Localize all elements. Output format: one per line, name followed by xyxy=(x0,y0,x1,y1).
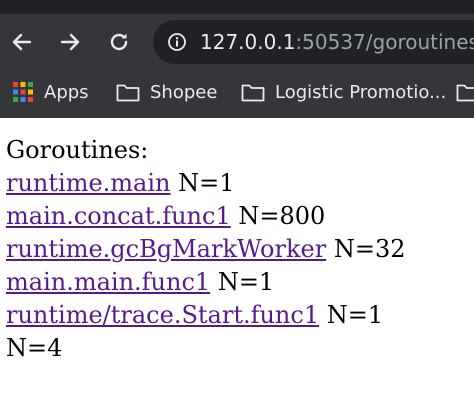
url-text[interactable]: 127.0.0.1:50537/goroutines xyxy=(200,29,474,55)
bookmark-shopee[interactable]: Shopee xyxy=(116,78,217,106)
goroutine-link[interactable]: main.main.func1 xyxy=(6,268,210,296)
bookmark-apps-label: Apps xyxy=(44,81,89,103)
page-content: Goroutines: runtime.main N=1 main.concat… xyxy=(6,134,405,365)
goroutine-row: runtime.gcBgMarkWorker N=32 xyxy=(6,233,405,266)
forward-button[interactable] xyxy=(54,26,86,58)
reload-icon xyxy=(110,33,128,51)
bookmark-logistic-label: Logistic Promotio... xyxy=(275,81,447,103)
goroutine-row: main.concat.func1 N=800 xyxy=(6,200,405,233)
arrow-left-icon xyxy=(12,33,32,51)
goroutine-count: N=800 xyxy=(238,202,326,230)
arrow-right-icon xyxy=(60,33,80,51)
bookmarks-bar: Apps Shopee Logistic Promotio... xyxy=(0,72,474,112)
info-icon[interactable] xyxy=(167,32,187,52)
goroutine-count: N=32 xyxy=(333,235,406,263)
url-path: :50537/goroutines xyxy=(295,30,474,54)
goroutine-link[interactable]: runtime.gcBgMarkWorker xyxy=(6,235,326,263)
folder-icon xyxy=(456,84,474,102)
bookmark-overflow-folder[interactable] xyxy=(456,78,474,106)
goroutine-link[interactable]: main.concat.func1 xyxy=(6,202,231,230)
address-bar[interactable]: 127.0.0.1:50537/goroutines xyxy=(153,20,474,64)
bookmark-logistic-promotion[interactable]: Logistic Promotio... xyxy=(241,78,446,106)
goroutine-count: N=1 xyxy=(326,301,384,329)
goroutine-row: runtime/trace.Start.func1 N=1 xyxy=(6,299,405,332)
bookmark-shopee-label: Shopee xyxy=(150,81,218,103)
bookmark-apps[interactable]: Apps xyxy=(12,78,89,106)
goroutine-row: runtime.main N=1 xyxy=(6,167,405,200)
reload-button[interactable] xyxy=(103,26,135,58)
folder-icon xyxy=(241,84,265,102)
browser-chrome: 127.0.0.1:50537/goroutines Apps Shopee L… xyxy=(0,0,474,118)
goroutine-link[interactable]: runtime.main xyxy=(6,169,171,197)
apps-grid-icon xyxy=(13,82,33,102)
total-count: N=4 xyxy=(6,334,63,362)
page-title: Goroutines: xyxy=(6,136,149,164)
goroutine-row: main.main.func1 N=1 xyxy=(6,266,405,299)
goroutine-link[interactable]: runtime/trace.Start.func1 xyxy=(6,301,319,329)
goroutine-count: N=1 xyxy=(217,268,275,296)
back-button[interactable] xyxy=(6,26,38,58)
url-host: 127.0.0.1 xyxy=(200,30,296,54)
folder-icon xyxy=(116,84,140,102)
tab-strip xyxy=(0,0,474,14)
goroutine-count: N=1 xyxy=(178,169,235,197)
